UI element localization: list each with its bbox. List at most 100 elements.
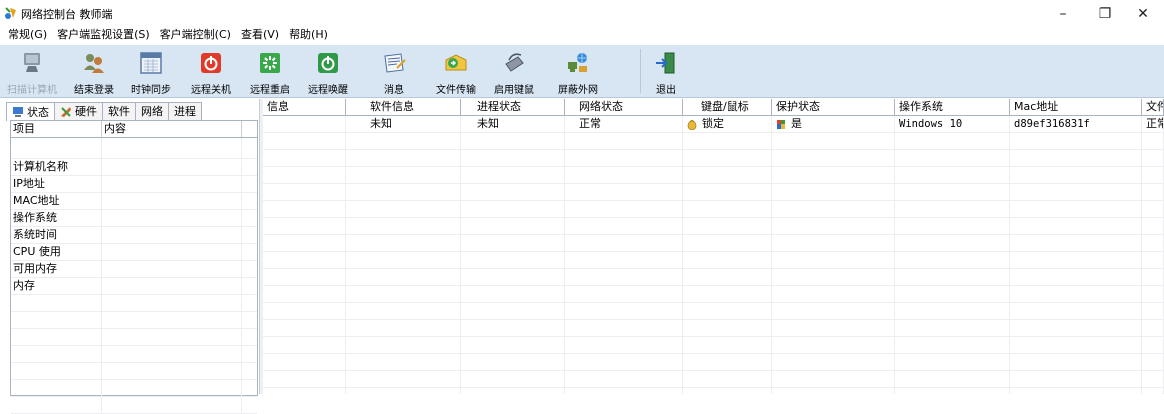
table-cell (11, 346, 102, 362)
tab-hardware[interactable]: 硬件 (54, 102, 103, 120)
enable-mouse-keyboard-button[interactable]: 启用键鼠 (488, 47, 540, 96)
menu-view[interactable]: 查看(V) (236, 26, 284, 44)
table-cell (565, 320, 683, 336)
column-header-keyboard-mouse[interactable]: 键盘/鼠标 (683, 99, 772, 115)
end-login-label: 结束登录 (74, 85, 114, 96)
app-logo-icon (5, 7, 16, 19)
table-cell (263, 201, 346, 217)
table-cell (565, 201, 683, 217)
table-cell (1010, 303, 1142, 319)
column-header-process-status[interactable]: 进程状态 (461, 99, 565, 115)
table-cell (1010, 150, 1142, 166)
protect-status-cell: 是 (772, 116, 895, 132)
table-cell (102, 363, 242, 379)
column-header-mac[interactable]: Mac地址 (1010, 99, 1142, 115)
tab-network-label: 网络 (141, 105, 163, 118)
table-cell (772, 286, 895, 302)
column-header-content[interactable]: 内容 (102, 121, 242, 137)
message-button[interactable]: 消息 (374, 47, 414, 96)
table-row[interactable]: 内存 (11, 278, 257, 295)
table-row[interactable]: CPU 使用 (11, 244, 257, 261)
remote-shutdown-button[interactable]: 远程关机 (185, 47, 237, 96)
protect-status-value: 是 (791, 117, 802, 130)
table-cell (263, 252, 346, 268)
table-cell (346, 371, 461, 387)
file-transfer-icon (445, 54, 467, 71)
table-row[interactable]: 操作系统 (11, 210, 257, 227)
tab-status[interactable]: 状态 (6, 102, 55, 121)
clock-sync-button[interactable]: 时钟同步 (127, 47, 175, 96)
table-cell (263, 388, 346, 394)
table-cell (263, 371, 346, 387)
message-label: 消息 (384, 85, 404, 96)
minimize-button[interactable]: – (1048, 4, 1078, 24)
table-cell (11, 295, 102, 311)
table-row[interactable]: 计算机名称 (11, 159, 257, 176)
table-cell (263, 184, 346, 200)
table-row[interactable]: MAC地址 (11, 193, 257, 210)
tab-software[interactable]: 软件 (102, 102, 136, 120)
restore-button[interactable]: ❐ (1090, 4, 1120, 24)
column-header-network-status[interactable]: 网络状态 (565, 99, 683, 115)
table-cell (565, 150, 683, 166)
column-header-file-transfer[interactable]: 文件传 (1142, 99, 1164, 115)
remote-restart-button[interactable]: 远程重启 (244, 47, 296, 96)
table-cell (1142, 201, 1164, 217)
table-cell (461, 218, 565, 234)
table-cell (1142, 184, 1164, 200)
table-cell (102, 397, 242, 413)
menu-monitor-settings[interactable]: 客户端监视设置(S) (52, 26, 155, 44)
empty-table-row (263, 133, 1164, 150)
table-cell (1142, 371, 1164, 387)
file-transfer-label: 文件传输 (436, 85, 476, 96)
menu-general[interactable]: 常规(G) (0, 26, 52, 44)
remote-wake-label: 远程唤醒 (308, 85, 348, 96)
empty-table-row (263, 184, 1164, 201)
table-cell (263, 286, 346, 302)
file-transfer-button[interactable]: 文件传输 (430, 47, 482, 96)
tab-hardware-label: 硬件 (75, 105, 97, 118)
table-cell (1010, 371, 1142, 387)
network-status-cell: 正常 (565, 116, 683, 132)
table-cell (461, 371, 565, 387)
menu-client-control[interactable]: 客户端控制(C) (155, 26, 236, 44)
table-cell (11, 138, 102, 158)
column-header-protect-status[interactable]: 保护状态 (772, 99, 895, 115)
power-off-icon (201, 53, 221, 73)
window-title: 网络控制台 教师端 (21, 8, 113, 21)
scan-computer-button[interactable]: 扫描计算机 (4, 47, 60, 96)
menu-help[interactable]: 帮助(H) (284, 26, 333, 44)
tab-process[interactable]: 进程 (168, 102, 202, 120)
table-cell (1010, 269, 1142, 285)
table-cell (1010, 133, 1142, 149)
table-cell (895, 235, 1010, 251)
block-internet-button[interactable]: 屏蔽外网 (552, 47, 604, 96)
empty-table-row (263, 337, 1164, 354)
close-button[interactable]: ✕ (1128, 4, 1158, 24)
column-header-item[interactable]: 项目 (11, 121, 102, 137)
table-cell (772, 354, 895, 370)
status-icon (13, 107, 23, 117)
column-header-os[interactable]: 操作系统 (895, 99, 1010, 115)
keyboard-mouse-value: 锁定 (702, 117, 724, 130)
end-login-button[interactable]: 结束登录 (68, 47, 120, 96)
table-row[interactable]: 未知 未知 正常 锁定 是 Windows 10 d89ef316831f 正常 (263, 116, 1164, 133)
exit-button[interactable]: 退出 (648, 47, 684, 96)
table-cell (263, 235, 346, 251)
table-cell (683, 320, 772, 336)
table-cell (565, 235, 683, 251)
table-cell (772, 388, 895, 394)
left-tabs: 状态 硬件 软件 网络 进程 (6, 102, 202, 121)
tab-network[interactable]: 网络 (135, 102, 169, 120)
column-header-info[interactable]: 信息 (263, 99, 346, 115)
column-header-software-info[interactable]: 软件信息 (346, 99, 461, 115)
remote-wake-button[interactable]: 远程唤醒 (302, 47, 354, 96)
table-row (11, 346, 257, 363)
table-cell (1010, 286, 1142, 302)
table-cell (263, 320, 346, 336)
table-row[interactable]: 系统时间 (11, 227, 257, 244)
table-cell (1142, 320, 1164, 336)
table-row[interactable]: IP地址 (11, 176, 257, 193)
empty-table-row (263, 286, 1164, 303)
table-row[interactable]: 可用内存 (11, 261, 257, 278)
